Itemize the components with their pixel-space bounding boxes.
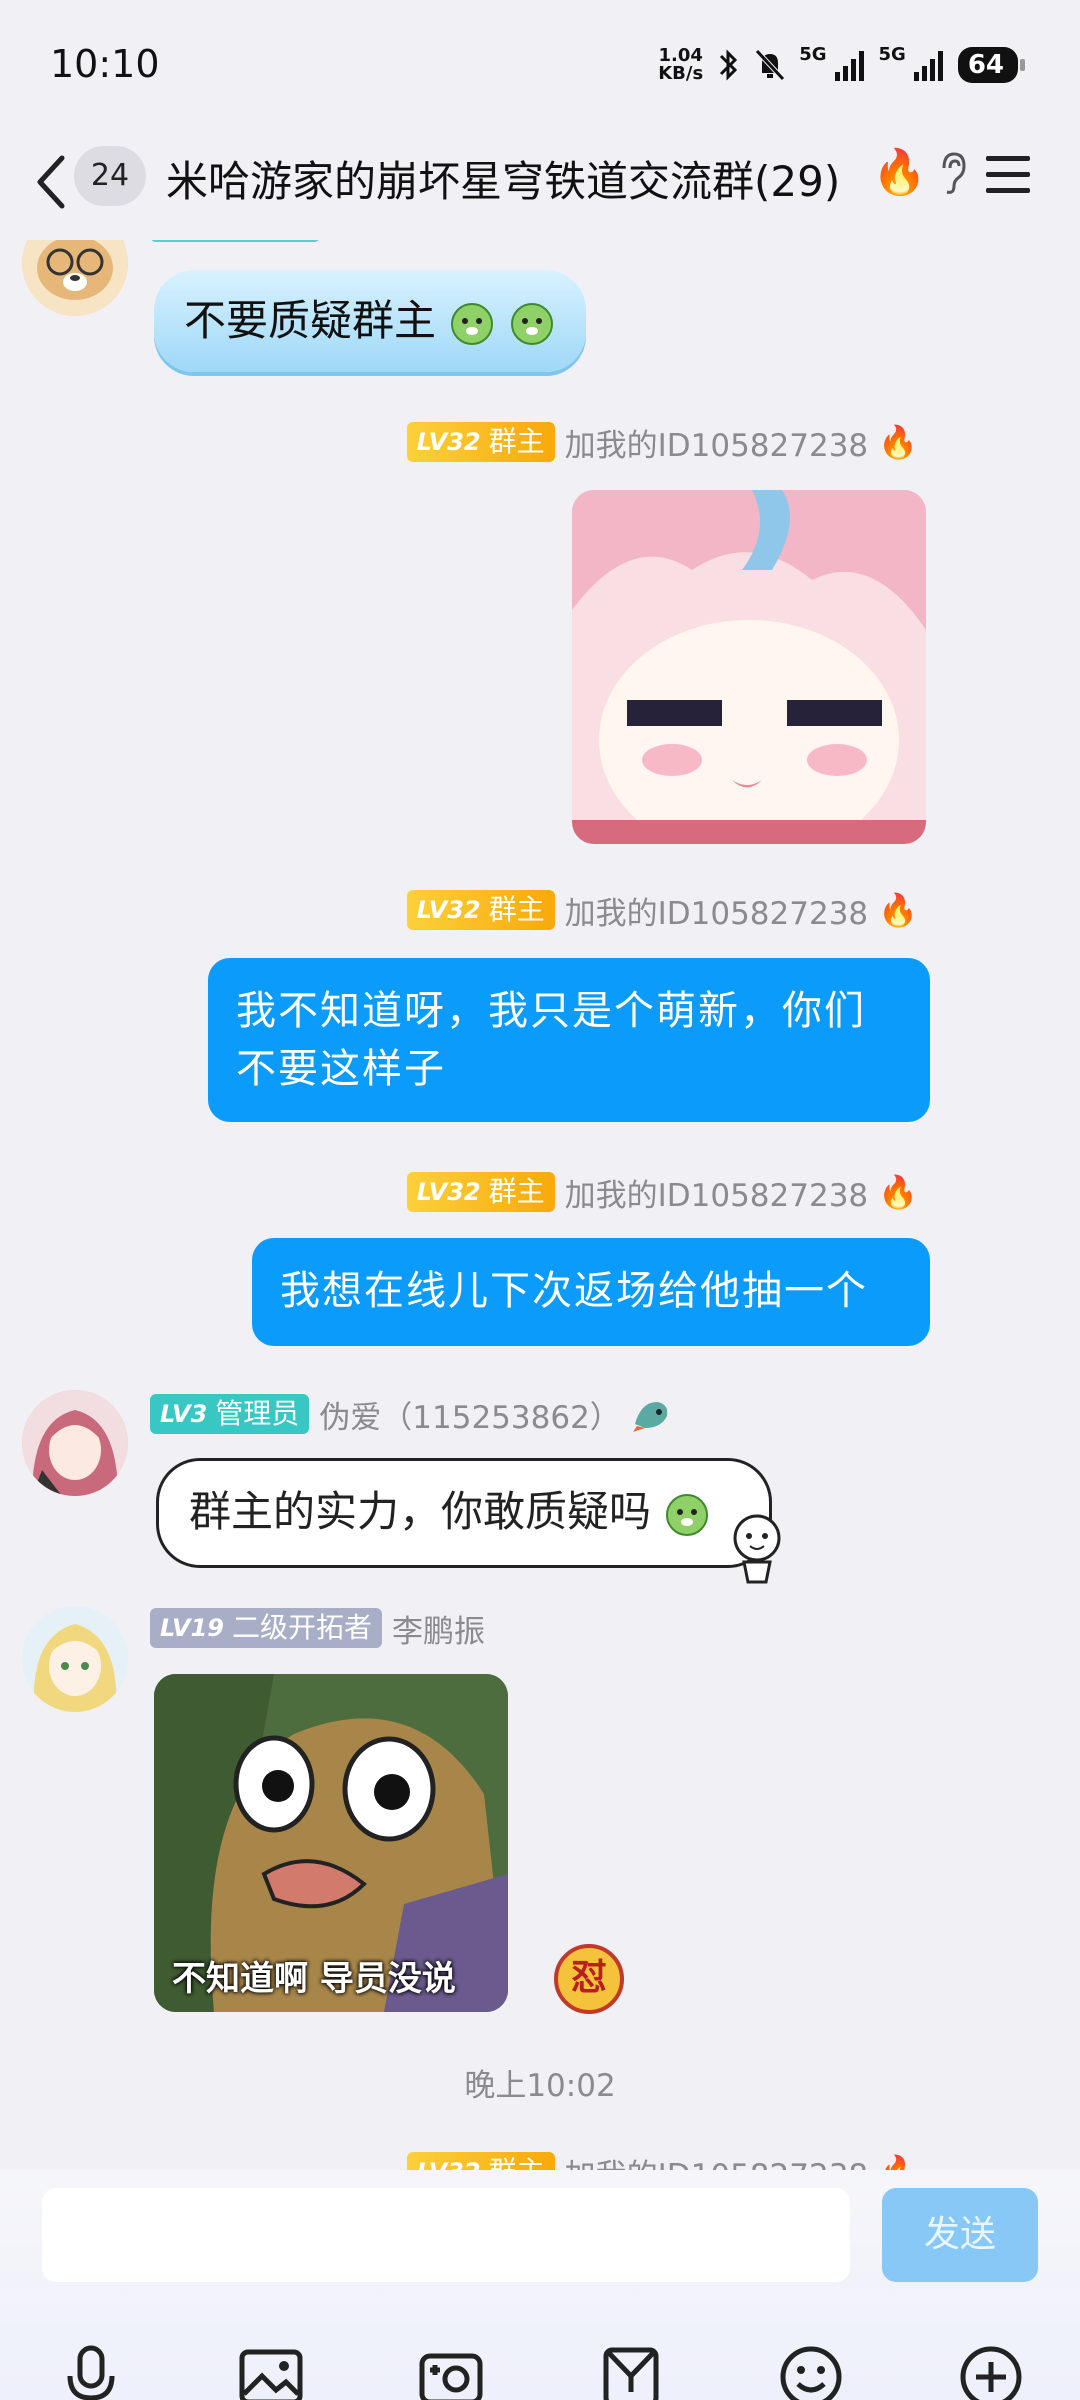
message-input[interactable] [42, 2188, 850, 2282]
dog-glasses-avatar-icon [22, 240, 128, 316]
message-list[interactable]: 不要质疑群主 LV32 群主 加我的ID105827238 🔥 LV32 群主 … [0, 240, 1080, 2170]
sticker-image-anime-girl[interactable] [572, 490, 926, 844]
role: 群主 [489, 2152, 545, 2170]
battery-indicator: 64 [957, 47, 1026, 83]
avatar-pioneer[interactable] [22, 1606, 128, 1712]
sender-meta: LV32 群主 加我的ID105827238 🔥 [406, 2150, 918, 2171]
message-text: 我想在线儿下次返场给他抽一个 [280, 1268, 868, 1314]
reaction-text: 怼 [570, 1957, 607, 1998]
status-time: 10:10 [50, 42, 160, 86]
level-badge: LV32 群主 [406, 2152, 555, 2170]
badge-cut [150, 240, 320, 242]
sender-meta: LV32 群主 加我的ID105827238 🔥 [406, 888, 918, 933]
message-bubble[interactable]: 群主的实力，你敢质疑吗 [156, 1458, 772, 1568]
send-button[interactable]: 发送 [882, 2188, 1038, 2282]
message-bubble[interactable]: 我想在线儿下次返场给他抽一个 [252, 1238, 930, 1346]
anime-girl-sticker-icon [572, 490, 926, 844]
sender-meta: LV32 群主 加我的ID105827238 🔥 [406, 1170, 918, 1215]
anime-blonde-avatar-icon [22, 1606, 128, 1712]
mute-bell-icon [755, 49, 786, 81]
net-speed-unit: KB/s [658, 63, 704, 84]
avatar-admin[interactable] [22, 1390, 128, 1496]
image-icon[interactable] [236, 2342, 306, 2400]
ear-icon[interactable] [938, 150, 968, 198]
emoji-icon[interactable] [776, 2342, 846, 2400]
role: 群主 [488, 893, 545, 926]
sender-name[interactable]: 李鹏振 [392, 1606, 485, 1651]
level-badge: LV19 二级开拓者 [150, 1608, 382, 1648]
level: LV32 [416, 896, 481, 924]
cabbage-dog-emoji-icon [666, 1493, 709, 1536]
cabbage-dog-emoji-icon [510, 302, 553, 345]
level: LV32 [416, 1178, 481, 1206]
fire-icon: 🔥 [872, 147, 927, 198]
message-text: 群主的实力，你敢质疑吗 [189, 1487, 652, 1536]
unread-count-badge[interactable]: 24 [74, 146, 146, 206]
signal-2-icon [913, 51, 943, 81]
bluetooth-icon [720, 49, 738, 81]
sender-meta: LV3 管理员 伪爱（115253862） [150, 1392, 673, 1437]
fire-icon: 🔥 [878, 891, 918, 929]
net-speed: 1.04 KB/s [658, 47, 703, 83]
image-caption: 不知道啊 导员没说 [172, 1959, 456, 1999]
message-text: 我不知道呀，我只是个萌新，你们不要这样子 [236, 988, 866, 1092]
anime-avatar-icon [22, 1390, 128, 1496]
reaction-badge[interactable]: 怼 [554, 1944, 624, 2014]
avatar-dog[interactable] [22, 240, 128, 316]
sender-name[interactable]: 伪爱（115253862） [319, 1392, 621, 1437]
role: 管理员 [215, 1397, 300, 1430]
camera-icon[interactable] [416, 2342, 486, 2400]
signal-1-icon [834, 51, 864, 81]
level: LV3 [160, 1400, 208, 1428]
cabbage-dog-emoji-icon [451, 302, 494, 345]
sticker-image-fish[interactable]: 不知道啊 导员没说 [154, 1674, 508, 2012]
chat-title[interactable]: 米哈游家的崩坏星穹铁道交流群(29) [166, 148, 840, 209]
input-bar: 发送 [0, 2170, 1080, 2400]
message-timestamp: 晚上10:02 [464, 2068, 616, 2104]
level: LV32 [417, 2152, 481, 2170]
fire-icon: 🔥 [878, 423, 918, 461]
level-badge: LV32 群主 [406, 1172, 555, 1212]
level-badge: LV32 群主 [406, 890, 555, 930]
message-bubble[interactable]: 我不知道呀，我只是个萌新，你们不要这样子 [208, 958, 930, 1122]
signal-2-label: 5G [878, 44, 906, 65]
dragon-title-icon [632, 1402, 668, 1432]
message-text: 不要质疑群主 [184, 296, 437, 345]
sender-meta: LV19 二级开拓者 李鹏振 [150, 1606, 485, 1651]
sender-name[interactable]: 加我的ID105827238 [565, 420, 869, 465]
status-icons: 1.04 KB/s 5G 5G 64 [658, 40, 1026, 90]
role: 二级开拓者 [231, 1611, 372, 1644]
sender-name[interactable]: 加我的ID105827238 [565, 888, 869, 933]
level: LV19 [160, 1614, 224, 1642]
mic-icon[interactable] [56, 2342, 126, 2400]
sender-meta: LV32 群主 加我的ID105827238 🔥 [406, 420, 918, 465]
level: LV32 [416, 428, 481, 456]
bubble-mascot-icon [733, 1514, 781, 1584]
fire-icon: 🔥 [878, 2153, 918, 2170]
fire-icon: 🔥 [878, 1173, 918, 1211]
message-bubble[interactable]: 不要质疑群主 [154, 270, 586, 372]
signal-1-label: 5G [799, 44, 827, 65]
back-arrow-icon[interactable] [30, 150, 74, 214]
role: 群主 [488, 1175, 545, 1208]
menu-icon[interactable] [984, 154, 1032, 196]
chat-header: 24 米哈游家的崩坏星穹铁道交流群(29) 🔥 [0, 128, 1080, 240]
sender-name[interactable]: 加我的ID105827238 [565, 1170, 869, 1215]
level-badge: LV3 管理员 [150, 1394, 310, 1434]
status-bar: 10:10 1.04 KB/s 5G 5G 64 [0, 0, 1080, 128]
sender-name[interactable]: 加我的ID105827238 [565, 2150, 869, 2171]
folder-icon[interactable] [596, 2342, 666, 2400]
role: 群主 [488, 425, 545, 458]
plus-icon[interactable] [956, 2342, 1026, 2400]
level-badge: LV32 群主 [406, 422, 555, 462]
